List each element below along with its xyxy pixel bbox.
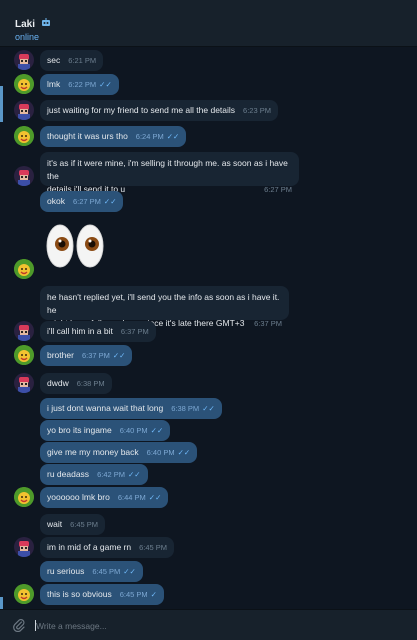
read-ticks-icon: ✓✓	[150, 426, 164, 435]
message-text: it's as if it were mine, i'm selling it …	[47, 158, 288, 181]
message-time: 6:44 PM	[117, 493, 146, 502]
message-bubble[interactable]: he hasn't replied yet, i'll send you the…	[40, 286, 289, 328]
message-bubble[interactable]: it's as if it were mine, i'm selling it …	[40, 152, 299, 194]
message-bubble[interactable]: yoooooo lmk bro 6:44 PM ✓✓	[40, 487, 169, 508]
message-text: sec	[47, 55, 61, 65]
read-ticks-icon: ✓✓	[128, 470, 141, 479]
message-bubble[interactable]: ru serious 6:45 PM ✓✓	[40, 561, 143, 582]
message-bubble[interactable]: i just dont wanna wait that long 6:38 PM ✓…	[40, 398, 222, 419]
read-ticks-icon: ✓✓	[99, 80, 112, 89]
message-time: 6:21 PM	[68, 56, 97, 65]
message-text: just waiting for my friend to send me al…	[47, 105, 236, 115]
message-list[interactable]: sec 6:21 PM lmk 6:22 PM ✓✓ just waiting for…	[0, 46, 417, 609]
message-text: im in mid of a game rn	[47, 542, 132, 552]
message-text: ru deadass	[47, 469, 90, 479]
message-text: dwdw	[47, 378, 69, 388]
my-avatar[interactable]	[14, 74, 34, 94]
message-text: yo bro its ingame	[47, 425, 112, 435]
message-bubble[interactable]: brother 6:37 PM ✓✓	[40, 345, 133, 366]
message-time: 6:37 PM	[81, 351, 110, 360]
chat-header[interactable]: Laki online	[0, 0, 417, 47]
message-time: 6:45 PM	[119, 590, 148, 599]
sent-tick-icon: ✓	[150, 590, 157, 599]
message-text: wait	[47, 519, 63, 529]
contact-avatar[interactable]	[14, 537, 34, 557]
message-time: 6:40 PM	[146, 448, 175, 457]
my-avatar[interactable]	[14, 126, 34, 146]
contact-status: online	[15, 32, 40, 42]
read-ticks-icon: ✓✓	[166, 132, 180, 141]
read-ticks-icon: ✓✓	[202, 404, 215, 413]
message-text: give me my money back	[47, 447, 139, 457]
read-ticks-icon: ✓✓	[177, 448, 191, 457]
read-ticks-icon: ✓✓	[103, 197, 117, 206]
eyes-sticker[interactable]	[44, 222, 106, 270]
message-time: 6:45 PM	[92, 567, 121, 576]
robot-icon	[38, 18, 51, 30]
message-text: okok	[47, 196, 65, 206]
message-bubble[interactable]: okok 6:27 PM ✓✓	[40, 191, 124, 212]
my-avatar[interactable]	[14, 584, 34, 604]
message-bubble[interactable]: ru deadass 6:42 PM ✓✓	[40, 464, 148, 485]
read-ticks-icon: ✓✓	[123, 567, 136, 576]
contact-name-label: Laki	[15, 19, 36, 30]
message-text: brother	[47, 350, 74, 360]
message-bubble[interactable]: wait 6:45 PM	[40, 514, 106, 535]
message-time: 6:23 PM	[243, 106, 271, 115]
message-time: 6:38 PM	[171, 404, 200, 413]
message-bubble[interactable]: this is so obvious 6:45 PM ✓	[40, 584, 164, 605]
message-time: 6:42 PM	[97, 470, 125, 479]
message-bubble[interactable]: dwdw 6:38 PM	[40, 373, 112, 394]
my-avatar[interactable]	[14, 259, 34, 279]
contact-avatar[interactable]	[14, 50, 34, 70]
message-bubble[interactable]: sec 6:21 PM	[40, 50, 104, 71]
message-input[interactable]	[34, 617, 398, 635]
message-text: this is so obvious	[47, 589, 112, 599]
message-bubble[interactable]: lmk 6:22 PM ✓✓	[40, 74, 119, 95]
message-text: i'll call him in a bit	[47, 326, 113, 336]
message-text: lmk	[47, 79, 61, 89]
message-text: thought it was urs tho	[47, 131, 128, 141]
message-time: 6:37 PM	[120, 327, 149, 336]
message-bubble[interactable]: im in mid of a game rn 6:45 PM	[40, 537, 175, 558]
message-time: 6:45 PM	[70, 520, 99, 529]
message-text: ru serious	[47, 566, 85, 576]
message-bubble[interactable]: yo bro its ingame 6:40 PM ✓✓	[40, 420, 171, 441]
my-avatar[interactable]	[14, 487, 34, 507]
paperclip-icon[interactable]	[12, 618, 26, 633]
my-avatar[interactable]	[14, 345, 34, 365]
contact-avatar[interactable]	[14, 321, 34, 341]
read-ticks-icon: ✓✓	[112, 351, 126, 360]
contact-name[interactable]: Laki	[15, 18, 51, 30]
message-bubble[interactable]: i'll call him in a bit 6:37 PM	[40, 321, 156, 342]
contact-avatar[interactable]	[14, 373, 34, 393]
contact-avatar[interactable]	[14, 166, 34, 186]
message-bubble[interactable]: thought it was urs tho 6:24 PM ✓✓	[40, 126, 187, 147]
contact-avatar[interactable]	[14, 100, 34, 120]
message-time: 6:45 PM	[139, 543, 168, 552]
message-text: i just dont wanna wait that long	[47, 403, 164, 413]
message-time: 6:24 PM	[135, 132, 164, 141]
message-time: 6:40 PM	[119, 426, 148, 435]
message-text: he hasn't replied yet, i'll send you the…	[47, 292, 280, 315]
message-time: 6:27 PM	[72, 197, 101, 206]
message-time: 6:22 PM	[68, 80, 97, 89]
composer-bar	[0, 609, 417, 640]
text-caret	[35, 620, 36, 631]
message-text: yoooooo lmk bro	[47, 492, 110, 502]
message-bubble[interactable]: just waiting for my friend to send me al…	[40, 100, 278, 121]
eyes-emoji-icon	[46, 224, 104, 268]
read-ticks-icon: ✓✓	[148, 493, 162, 502]
message-time: 6:38 PM	[76, 379, 105, 388]
message-bubble[interactable]: give me my money back 6:40 PM ✓✓	[40, 442, 198, 463]
